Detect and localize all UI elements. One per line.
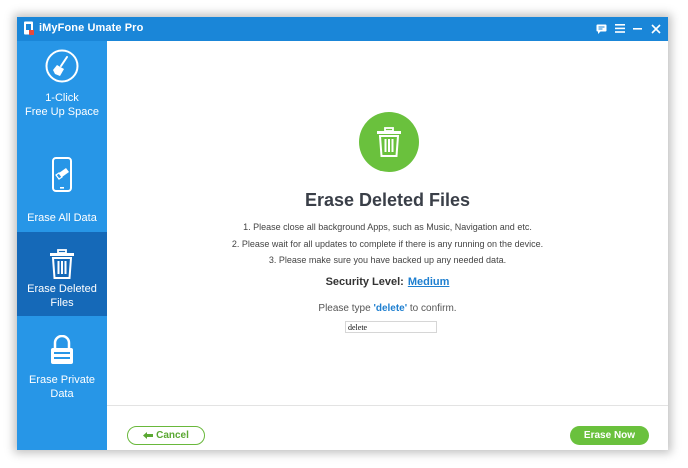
confirm-input[interactable] xyxy=(345,321,437,333)
feedback-icon[interactable] xyxy=(595,20,608,37)
sidebar-item-label: Erase All Data xyxy=(27,212,97,224)
sidebar-item-free-up-space[interactable]: 1-Click Free Up Space xyxy=(17,41,107,121)
confirm-prefix: Please type xyxy=(318,303,374,314)
title-bar: iMyFone Umate Pro xyxy=(17,17,668,41)
menu-icon[interactable] xyxy=(613,20,626,37)
instruction-note: 2. Please wait for all updates to comple… xyxy=(231,239,544,249)
back-arrow-icon xyxy=(143,431,154,440)
sidebar-item-erase-deleted-files[interactable]: Erase Deleted Files xyxy=(17,232,107,316)
cancel-label: Cancel xyxy=(156,430,189,441)
page-title: Erase Deleted Files xyxy=(304,190,471,210)
security-level-link[interactable]: Medium xyxy=(408,276,450,288)
confirm-keyword: 'delete' xyxy=(373,303,408,314)
cancel-button[interactable]: Cancel xyxy=(127,426,205,445)
confirm-suffix: to confirm. xyxy=(407,303,457,314)
app-window: iMyFone Umate Pro 1-Click Free Up Space … xyxy=(17,17,668,450)
app-title: iMyFone Umate Pro xyxy=(39,22,144,34)
sidebar-item-label: Erase Private Data xyxy=(28,374,96,400)
lock-icon xyxy=(17,335,107,365)
app-logo-icon xyxy=(23,21,35,36)
confirm-instruction: Please type 'delete' to confirm. xyxy=(107,303,668,314)
erase-now-button[interactable]: Erase Now xyxy=(570,426,649,445)
footer-divider xyxy=(107,405,668,406)
minimize-icon[interactable] xyxy=(631,20,644,37)
security-level-label: Security Level: xyxy=(325,276,404,288)
erase-now-label: Erase Now xyxy=(583,430,636,441)
trash-icon xyxy=(359,112,419,172)
instruction-note: 1. Please close all background Apps, suc… xyxy=(243,222,532,232)
sidebar: 1-Click Free Up Space Erase All Data Era… xyxy=(17,41,107,450)
sidebar-item-erase-private-data[interactable]: Erase Private Data xyxy=(17,316,107,416)
sidebar-item-label: 1-Click Free Up Space xyxy=(25,92,99,118)
window-controls xyxy=(595,20,662,37)
instruction-note: 3. Please make sure you have backed up a… xyxy=(268,255,507,265)
broom-icon xyxy=(17,49,107,83)
trash-icon xyxy=(17,249,107,279)
close-icon[interactable] xyxy=(649,20,662,37)
security-level: Security Level: Medium xyxy=(107,276,668,288)
phone-eraser-icon xyxy=(17,157,107,193)
sidebar-item-label: Erase Deleted Files xyxy=(27,283,97,309)
sidebar-item-erase-all-data[interactable]: Erase All Data xyxy=(17,121,107,224)
main-panel: Erase Deleted Files 1. Please close all … xyxy=(107,41,668,450)
